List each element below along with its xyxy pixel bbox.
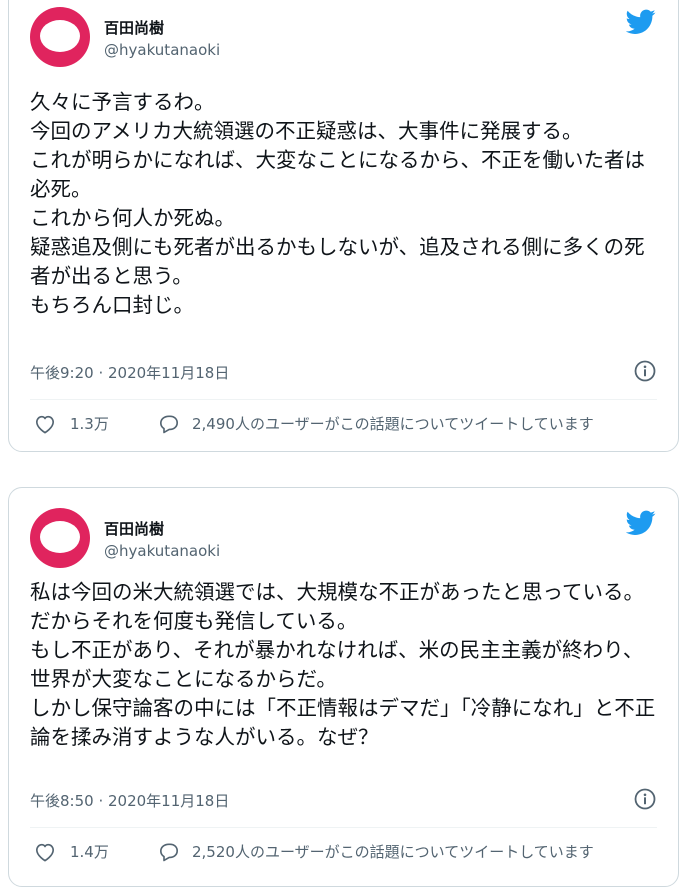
tweet-timestamp[interactable]: 午後8:50 · 2020年11月18日	[30, 790, 229, 811]
author-handle[interactable]: @hyakutanaoki	[104, 542, 220, 560]
avatar[interactable]	[30, 7, 90, 67]
like-button[interactable]: 1.4万	[34, 841, 109, 862]
tweet-actions: 1.4万 2,520人のユーザーがこの話題についてツイートしています	[30, 841, 657, 867]
author-name[interactable]: 百田尚樹	[104, 17, 164, 38]
speech-bubble-icon	[160, 842, 178, 861]
tweet-text: 私は今回の米大統領選では、大規模な不正があったと思っている。だからそれを何度も発…	[30, 580, 656, 749]
like-button[interactable]: 1.3万	[34, 413, 109, 434]
twitter-bird-icon[interactable]	[626, 510, 656, 536]
discussion-link[interactable]: 2,490人のユーザーがこの話題についてツイートしています	[158, 413, 594, 434]
info-icon[interactable]	[634, 360, 656, 382]
like-count: 1.3万	[70, 415, 109, 433]
speech-bubble-icon	[160, 414, 178, 433]
tweet-text: 久々に予言するわ。 今回のアメリカ大統領選の不正疑惑は、大事件に発展する。 これ…	[30, 90, 645, 317]
tweet-actions: 1.3万 2,490人のユーザーがこの話題についてツイートしています	[30, 413, 657, 439]
author-name[interactable]: 百田尚樹	[104, 518, 164, 539]
divider	[30, 827, 657, 828]
like-count: 1.4万	[70, 843, 109, 861]
author-handle[interactable]: @hyakutanaoki	[104, 41, 220, 59]
avatar[interactable]	[30, 508, 90, 568]
tweet-card[interactable]: 百田尚樹 @hyakutanaoki 私は今回の米大統領選では、大規模な不正があ…	[8, 487, 679, 887]
tweet-timestamp[interactable]: 午後9:20 · 2020年11月18日	[30, 362, 229, 383]
tweet-card[interactable]: 百田尚樹 @hyakutanaoki 久々に予言するわ。 今回のアメリカ大統領選…	[8, 0, 679, 452]
divider	[30, 399, 657, 400]
heart-icon	[36, 415, 55, 433]
info-icon[interactable]	[634, 788, 656, 810]
discussion-text: 2,520人のユーザーがこの話題についてツイートしています	[192, 843, 594, 861]
twitter-bird-icon[interactable]	[626, 9, 656, 35]
discussion-link[interactable]: 2,520人のユーザーがこの話題についてツイートしています	[158, 841, 594, 862]
heart-icon	[36, 843, 55, 861]
discussion-text: 2,490人のユーザーがこの話題についてツイートしています	[192, 415, 594, 433]
